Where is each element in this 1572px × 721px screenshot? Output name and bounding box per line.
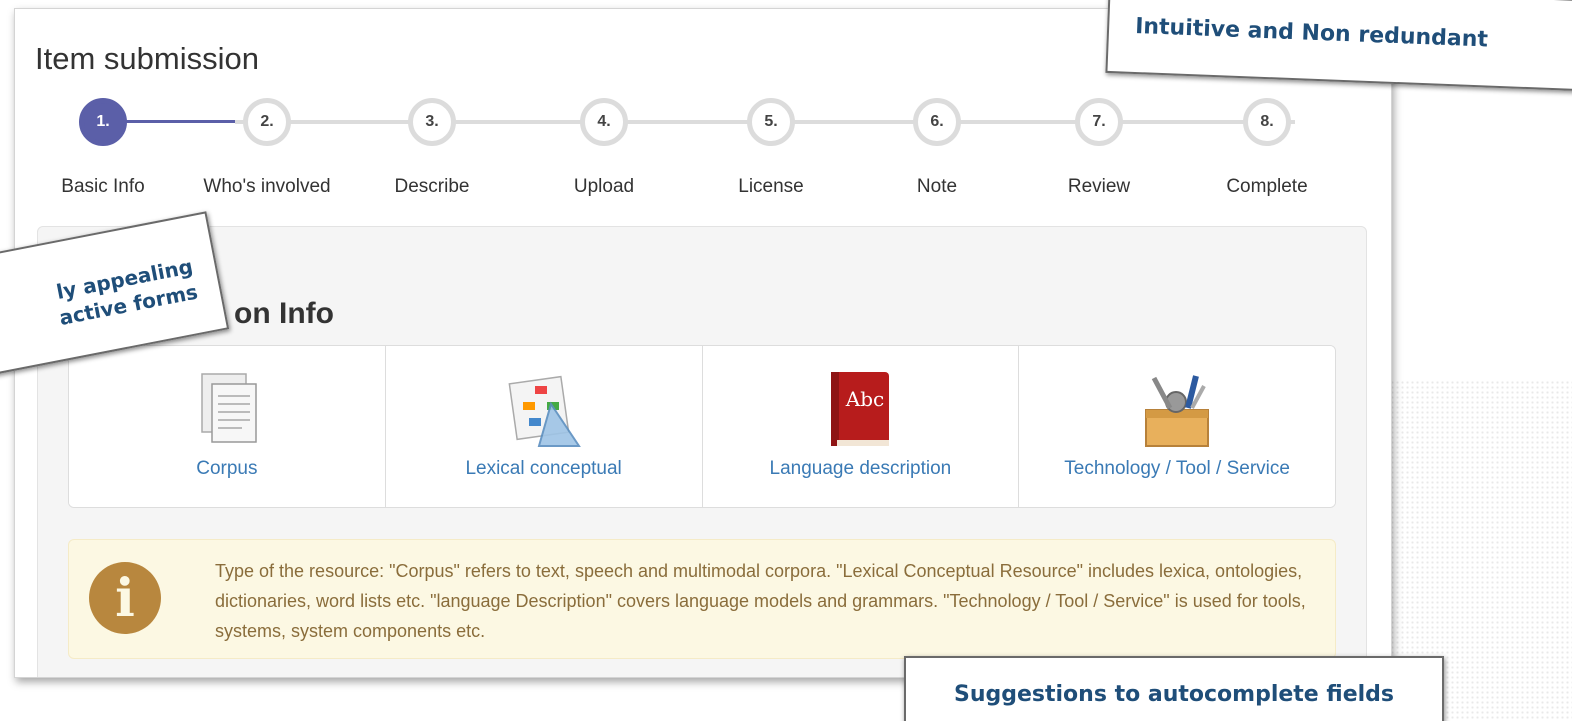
info-icon: i	[89, 562, 161, 634]
resource-type-grid: Corpus Lexical conceptual Abc Language d…	[68, 345, 1336, 508]
info-text: Type of the resource: "Corpus" refers to…	[215, 561, 1306, 641]
step-3-label[interactable]: Describe	[352, 176, 512, 198]
step-7-label[interactable]: Review	[1019, 176, 1179, 198]
step-1-label[interactable]: Basic Info	[23, 176, 183, 198]
book-cover-text: Abc	[845, 387, 884, 411]
resource-type-panel: on Info Corpus Lexical conceptual Abc La…	[37, 226, 1367, 677]
documents-icon	[201, 373, 257, 443]
step-4-circle[interactable]: 4.	[580, 98, 628, 146]
resource-type-label: Lexical conceptual	[465, 458, 622, 479]
step-5-circle[interactable]: 5.	[747, 98, 795, 146]
info-alert: i Type of the resource: "Corpus" refers …	[68, 539, 1336, 659]
step-2-circle[interactable]: 2.	[243, 98, 291, 146]
step-3-circle[interactable]: 3.	[408, 98, 456, 146]
step-7-circle[interactable]: 7.	[1075, 98, 1123, 146]
section-title: on Info	[234, 297, 334, 330]
toolbox-icon	[1145, 375, 1210, 447]
submission-window: Item submission 1. 2. 3. 4. 5. 6. 7. 8. …	[14, 8, 1392, 678]
step-8-label[interactable]: Complete	[1187, 176, 1347, 198]
resource-type-label: Corpus	[196, 458, 258, 479]
annotation-autocomplete: Suggestions to autocomplete fields	[904, 656, 1444, 721]
resource-type-label: Language description	[769, 458, 952, 479]
annotation-text: Suggestions to autocomplete fields	[953, 682, 1395, 707]
step-5-label[interactable]: License	[691, 176, 851, 198]
resource-type-label: Technology / Tool / Service	[1064, 458, 1290, 479]
step-8-circle[interactable]: 8.	[1243, 98, 1291, 146]
book-icon: Abc	[831, 372, 890, 446]
resource-type-technology[interactable]: Technology / Tool / Service	[1019, 346, 1335, 507]
progress-stepper: 1. 2. 3. 4. 5. 6. 7. 8. Basic Info Who's…	[55, 98, 1355, 198]
step-6-circle[interactable]: 6.	[913, 98, 961, 146]
diagram-icon	[508, 375, 581, 447]
annotation-text: Intuitive and Non redundant	[1134, 13, 1489, 53]
resource-type-corpus[interactable]: Corpus	[69, 346, 386, 507]
resource-type-lexical[interactable]: Lexical conceptual	[385, 346, 703, 507]
page-title: Item submission	[35, 41, 259, 76]
step-2-label[interactable]: Who's involved	[187, 176, 347, 198]
resource-type-language-description[interactable]: Abc Language description	[702, 346, 1020, 507]
step-1-circle[interactable]: 1.	[79, 98, 127, 146]
step-6-label[interactable]: Note	[857, 176, 1017, 198]
step-4-label[interactable]: Upload	[524, 176, 684, 198]
